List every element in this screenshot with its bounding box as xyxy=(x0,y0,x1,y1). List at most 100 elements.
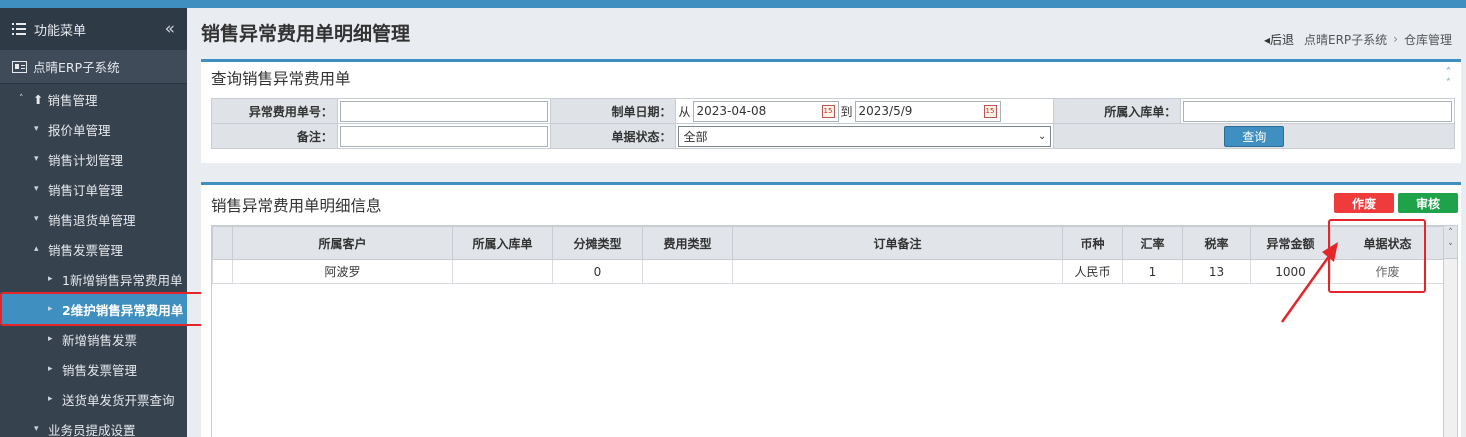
sidebar-system[interactable]: 点晴ERP子系统 xyxy=(0,50,187,84)
calendar-icon[interactable]: 15 xyxy=(821,104,835,118)
detail-panel-title: 销售异常费用单明细信息 xyxy=(201,185,1461,225)
search-button[interactable]: 查询 xyxy=(1224,125,1285,147)
breadcrumb-separator: › xyxy=(1393,32,1398,46)
scrollbar[interactable]: ˄ ˅ xyxy=(1443,226,1457,437)
sidebar-item-2[interactable]: ▾ 销售计划管理 xyxy=(0,144,187,174)
table-cell xyxy=(732,259,1063,284)
sidebar-item-7[interactable]: ▸ 2维护销售异常费用单 xyxy=(0,294,187,324)
expense-no-input[interactable] xyxy=(339,100,548,122)
status-value: 全部 xyxy=(683,129,708,144)
system-label: 点晴ERP子系统 xyxy=(33,60,120,75)
query-form: 异常费用单号： 制单日期： 从 2023-04-08 15 到 2023/5/9… xyxy=(211,98,1455,149)
column-header[interactable]: 异常金额 xyxy=(1250,226,1331,260)
date-from-input[interactable]: 2023-04-08 15 xyxy=(692,100,839,122)
sidebar-item-6[interactable]: ▸ 1新增销售异常费用单 xyxy=(0,264,187,294)
date-to-value: 2023/5/9 xyxy=(858,104,913,118)
back-link[interactable]: ◂后退 xyxy=(1264,31,1294,48)
collapse-sidebar-icon[interactable]: « xyxy=(165,19,175,39)
sidebar-item-label: 销售管理 xyxy=(47,92,98,108)
table-cell xyxy=(452,259,553,284)
audit-button[interactable]: 审核 xyxy=(1398,193,1458,213)
date-range: 从 2023-04-08 15 到 2023/5/9 15 xyxy=(678,100,1051,122)
column-header[interactable]: 所属客户 xyxy=(232,226,453,260)
sidebar-item-8[interactable]: ▸ 新增销售发票 xyxy=(0,324,187,354)
table-cell xyxy=(212,259,233,284)
void-button[interactable]: 作废 xyxy=(1334,193,1394,213)
sidebar-item-5[interactable]: ▴ 销售发票管理 xyxy=(0,234,187,264)
id-card-icon xyxy=(12,60,27,73)
tree-toggle-icon: ▾ xyxy=(34,124,39,134)
table-row[interactable]: 阿波罗 0 人民币 1 13 1000 作废 xyxy=(212,259,1445,284)
date-label: 制单日期： xyxy=(549,98,677,124)
menu-label: 功能菜单 xyxy=(34,23,87,39)
table-cell xyxy=(642,259,733,284)
sidebar-item-label: 2维护销售异常费用单 xyxy=(62,302,184,318)
column-header[interactable]: 币种 xyxy=(1062,226,1123,260)
column-menu-icon[interactable]: ˄ ˅ xyxy=(1444,226,1457,259)
page-title: 销售异常费用单明细管理 xyxy=(201,22,411,45)
column-header[interactable]: 单据状态 xyxy=(1330,226,1445,260)
query-title: 查询销售异常费用单 xyxy=(211,70,351,88)
upload-icon: ⬆ xyxy=(33,91,44,107)
column-header[interactable]: 所属入库单 xyxy=(452,226,553,260)
main-content: 销售异常费用单明细管理 ◂后退 点晴ERP子系统 › 仓库管理 查询销售异常费用… xyxy=(187,8,1466,437)
breadcrumb-current: 仓库管理 xyxy=(1403,32,1452,47)
warehouse-input[interactable] xyxy=(1183,100,1452,122)
sidebar-item-label: 1新增销售异常费用单 xyxy=(62,272,183,288)
sidebar-item-label: 销售计划管理 xyxy=(48,152,124,168)
tree-toggle-icon: ▸ xyxy=(48,334,53,344)
top-accent-bar xyxy=(0,0,1466,8)
tree-toggle-icon: ▾ xyxy=(34,424,39,434)
sidebar-item-9[interactable]: ▸ 销售发票管理 xyxy=(0,354,187,384)
status-select[interactable]: 全部 ⌄ xyxy=(678,125,1052,147)
sidebar-item-4[interactable]: ▾ 销售退货单管理 xyxy=(0,204,187,234)
tree-toggle-icon: ▴ xyxy=(34,244,39,254)
detail-panel: 销售异常费用单明细信息 作废 审核 所属客户 所属入库单 分摊类型 费用类型 订单备注币… xyxy=(201,182,1461,437)
sidebar-header: 功能菜单 « xyxy=(0,8,187,50)
expense-no-label: 异常费用单号： xyxy=(211,98,338,124)
tree-toggle-icon: ▾ xyxy=(34,154,39,164)
table-cell: 0 xyxy=(552,259,643,284)
sidebar-item-3[interactable]: ▾ 销售订单管理 xyxy=(0,174,187,204)
calendar-icon[interactable]: 15 xyxy=(983,104,997,118)
detail-title: 销售异常费用单明细信息 xyxy=(211,197,382,215)
table-cell: 1000 xyxy=(1250,259,1331,284)
date-from-prefix: 从 xyxy=(678,104,691,119)
column-header[interactable]: 费用类型 xyxy=(642,226,733,260)
remark-label: 备注： xyxy=(211,123,338,149)
query-panel-title: 查询销售异常费用单 ˄ ˄ xyxy=(201,62,1461,94)
table-cell: 13 xyxy=(1182,259,1251,284)
sidebar-item-10[interactable]: ▸ 送货单发货开票查询 xyxy=(0,384,187,414)
column-header[interactable]: 订单备注 xyxy=(732,226,1063,260)
table-cell: 阿波罗 xyxy=(232,259,453,284)
sidebar-item-label: 销售退货单管理 xyxy=(48,212,136,228)
tree-toggle-icon: ˄ xyxy=(19,94,24,104)
column-header[interactable]: 汇率 xyxy=(1122,226,1183,260)
table-cell: 人民币 xyxy=(1062,259,1123,284)
sidebar-item-label: 业务员提成设置 xyxy=(48,422,136,437)
sidebar-item-11[interactable]: ▾ 业务员提成设置 xyxy=(0,414,187,437)
date-to-prefix: 到 xyxy=(840,104,853,119)
back-label: 后退 xyxy=(1269,32,1294,47)
date-to-input[interactable]: 2023/5/9 15 xyxy=(854,100,1001,122)
detail-table: 所属客户 所属入库单 分摊类型 费用类型 订单备注 币种 汇率 税率 异常金额 单据状态 阿波罗 0… xyxy=(212,226,1445,284)
sidebar-item-label: 新增销售发票 xyxy=(62,332,138,348)
sidebar: 功能菜单 « 点晴ERP子系统 ˄ ⬆ 销售管理 ▾ 报价单管理 ▾ 销售计划管理 ▾ 销售订单… xyxy=(0,8,209,437)
breadcrumb: ◂后退 点晴ERP子系统 › 仓库管理 xyxy=(1264,31,1452,48)
sidebar-item-label: 报价单管理 xyxy=(48,122,111,138)
chevron-down-icon: ⌄ xyxy=(1038,130,1047,142)
column-header[interactable] xyxy=(212,226,233,260)
tree-toggle-icon: ▸ xyxy=(48,394,53,404)
collapse-panel-icon[interactable]: ˄ ˄ xyxy=(1446,67,1451,89)
remark-input[interactable] xyxy=(339,125,548,147)
sidebar-item-label: 送货单发货开票查询 xyxy=(62,392,175,408)
sidebar-item-0[interactable]: ˄ ⬆ 销售管理 xyxy=(0,84,187,114)
sidebar-item-1[interactable]: ▾ 报价单管理 xyxy=(0,114,187,144)
table-cell: 1 xyxy=(1122,259,1183,284)
list-icon xyxy=(12,23,26,35)
tree-toggle-icon: ▸ xyxy=(48,304,53,314)
column-header[interactable]: 分摊类型 xyxy=(552,226,643,260)
breadcrumb-system[interactable]: 点晴ERP子系统 xyxy=(1304,31,1387,48)
column-header[interactable]: 税率 xyxy=(1182,226,1251,260)
date-from-value: 2023-04-08 xyxy=(696,104,767,118)
